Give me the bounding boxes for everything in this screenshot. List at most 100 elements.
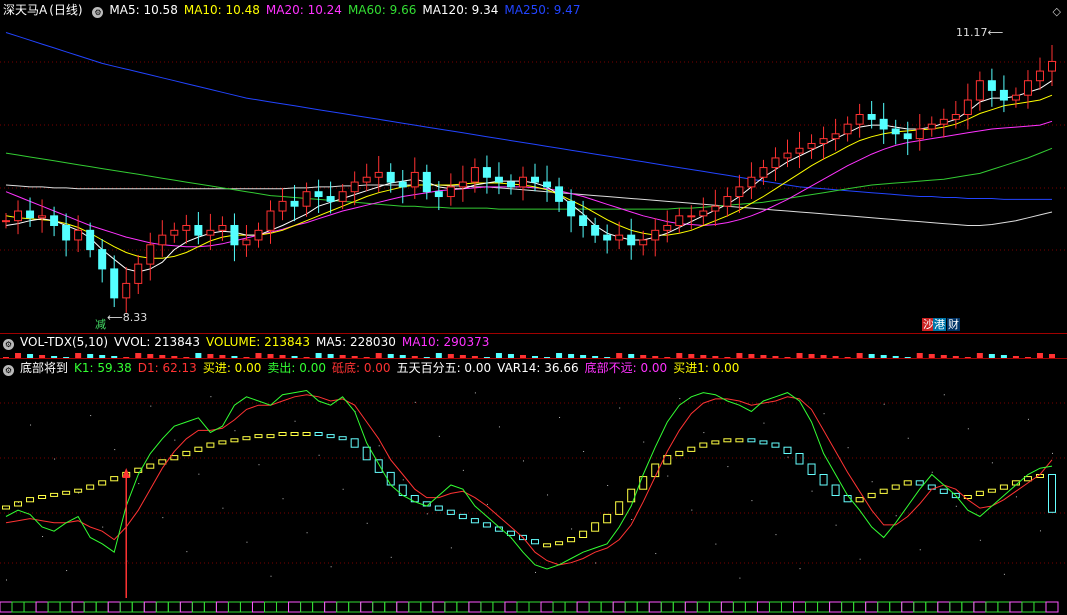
signal-strip-cell <box>636 601 650 613</box>
candle-body <box>266 210 275 231</box>
signal-strip-cell <box>672 601 686 613</box>
event-badge[interactable]: 减 <box>94 318 107 331</box>
indicator-title: 底部将到 <box>20 361 69 375</box>
var14-box <box>374 459 383 473</box>
var14-box <box>591 522 600 532</box>
scatter-dot <box>607 485 609 486</box>
stock-name[interactable]: 深天马A <box>3 3 47 17</box>
ma20-line <box>5 120 1053 248</box>
scatter-dot <box>138 483 140 485</box>
scatter-dot <box>366 522 368 524</box>
scatter-dot <box>919 549 921 551</box>
signal-strip-cell <box>853 601 867 613</box>
signal-strip-cell <box>985 601 999 613</box>
var14-box <box>699 442 708 448</box>
candle-body <box>1048 60 1056 72</box>
price-chart-canvas[interactable] <box>0 0 1067 333</box>
candle-body <box>458 181 467 188</box>
scatter-dot <box>1015 496 1017 498</box>
event-badge[interactable]: 财 <box>947 318 960 331</box>
signal-strip-cell <box>47 601 61 613</box>
indicator-canvas[interactable] <box>0 358 1067 615</box>
candle-body <box>182 224 191 231</box>
candle-body <box>326 196 335 202</box>
candle-body <box>819 138 828 144</box>
scatter-dot <box>270 575 272 577</box>
legend-item: D1: 62.13 <box>137 361 197 375</box>
scatter-dot <box>150 405 152 407</box>
candle-body <box>1023 80 1032 96</box>
candle-body <box>651 229 660 241</box>
scatter-dot <box>486 503 488 505</box>
signal-strip-cell <box>336 601 350 613</box>
candle-body <box>627 234 636 246</box>
var14-box <box>639 476 648 490</box>
ma-legend: MA5: 10.58 MA10: 10.48 MA20: 10.24 MA60: 9.… <box>109 3 586 17</box>
signal-strip-cell <box>624 601 638 613</box>
indicator-panel[interactable]: ⚙ 底部将到 K1: 59.38 D1: 62.13 买进: 0.00 卖出: 0.00 砥… <box>0 358 1067 615</box>
signal-strip-cell <box>59 601 73 613</box>
signal-strip-cell <box>552 601 566 613</box>
var14-box <box>603 513 612 524</box>
signal-strip-cell <box>288 601 302 613</box>
candle-body <box>555 186 564 202</box>
var14-box <box>759 440 768 445</box>
candle-body <box>410 171 419 188</box>
volume-settings-icon[interactable]: ⚙ <box>3 339 14 350</box>
k1-line <box>5 389 1053 570</box>
scatter-dot <box>703 432 705 434</box>
candle-body <box>98 249 107 270</box>
settings-gear-icon[interactable]: ⚙ <box>92 7 104 18</box>
var14-box <box>50 492 59 497</box>
signal-strip-cell <box>684 601 698 613</box>
candle-body <box>254 229 263 241</box>
var14-box <box>218 440 227 445</box>
price-chart-panel[interactable]: 深天马A (日线) ⚙ MA5: 10.58 MA10: 10.48 MA20: 10.… <box>0 0 1067 333</box>
signal-strip-cell <box>0 601 13 613</box>
var14-box <box>879 488 888 494</box>
var14-box <box>206 442 215 448</box>
signal-strip-cell <box>107 601 121 613</box>
candle-body <box>951 114 960 120</box>
signal-strip-cell <box>889 601 903 613</box>
signal-strip-cell <box>191 601 205 613</box>
scatter-dot <box>643 441 645 443</box>
volume-panel[interactable]: ⚙ VOL-TDX(5,10) VVOL: 213843 VOLUME: 213843… <box>0 333 1067 358</box>
indicator-settings-icon[interactable]: ⚙ <box>3 365 14 376</box>
signal-strip-cell <box>528 601 542 613</box>
candle-body <box>795 147 804 154</box>
signal-strip-cell <box>35 601 49 613</box>
candle-body <box>1011 94 1020 101</box>
var14-box <box>194 446 203 452</box>
var14-box <box>326 434 335 439</box>
signal-strip-cell <box>360 601 374 613</box>
scatter-dot <box>330 566 332 568</box>
indicator-header: ⚙ 底部将到 K1: 59.38 D1: 62.13 买进: 0.00 卖出: 0.00 砥… <box>3 361 751 376</box>
event-badge[interactable]: 港 <box>933 318 946 331</box>
legend-item: MA10: 10.48 <box>183 3 260 17</box>
signal-strip-cell <box>155 601 169 613</box>
candle-body <box>86 229 95 251</box>
scatter-dot <box>162 517 164 519</box>
scatter-dot <box>474 392 476 394</box>
candle-body <box>591 224 600 236</box>
candle-body <box>879 118 888 130</box>
candle-body <box>302 191 311 207</box>
ma60-line <box>5 147 1053 210</box>
volume-legend: VVOL: 213843 VOLUME: 213843 MA5: 228030 MA1… <box>114 335 495 349</box>
scatter-dot <box>667 475 669 477</box>
signal-strip-cell <box>780 601 794 613</box>
var14-box <box>795 453 804 465</box>
signal-strip-cell <box>588 601 602 613</box>
legend-item: 买进1: 0.00 <box>673 361 740 375</box>
var14-box <box>783 446 792 454</box>
signal-strip-cell <box>708 601 722 613</box>
scatter-dot <box>691 509 693 511</box>
scatter-dot <box>426 513 428 515</box>
scatter-dot <box>198 473 200 475</box>
high-price-label: 11.17⟵ <box>956 26 1004 39</box>
var14-box <box>819 474 828 486</box>
expand-chevron-icon[interactable]: ◇ <box>1053 5 1061 18</box>
candle-body <box>338 191 347 202</box>
candle-body <box>38 215 47 219</box>
